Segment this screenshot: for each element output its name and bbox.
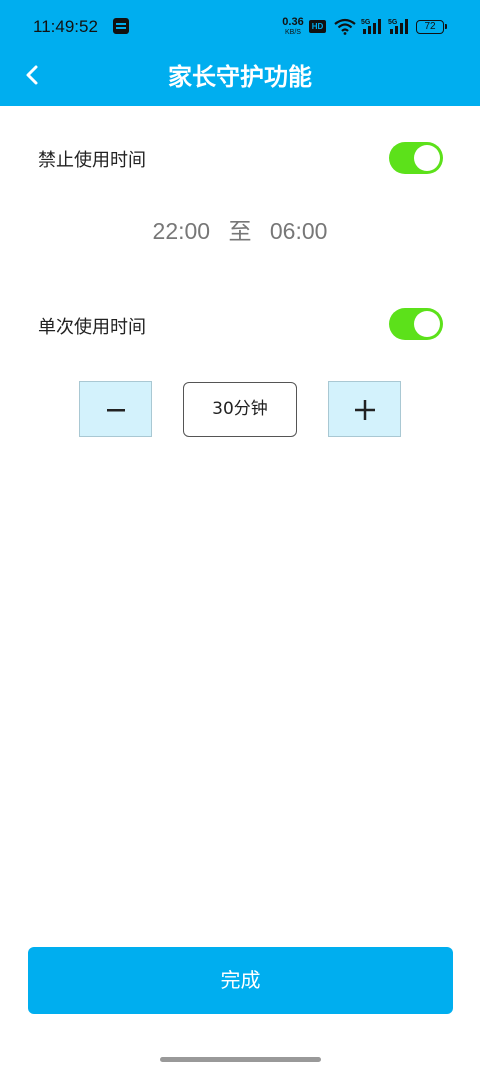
forbidden-time-range[interactable]: 22:00 至 06:00	[0, 212, 480, 246]
increment-button[interactable]	[328, 381, 401, 437]
time-separator: 至	[228, 218, 252, 244]
toggle-knob	[414, 145, 440, 171]
page-title: 家长守护功能	[168, 63, 312, 91]
minus-icon	[106, 408, 125, 411]
single-use-label: 单次使用时间	[38, 317, 146, 338]
plus-icon	[354, 399, 375, 420]
signal-label: 5G	[388, 19, 398, 26]
network-speed-unit: KB/S	[285, 29, 301, 36]
status-time: 11:49:52	[33, 17, 98, 36]
wifi-icon	[334, 18, 356, 35]
done-button[interactable]: 完成	[28, 947, 453, 1014]
cellular-signal-icon: 5G	[388, 19, 408, 34]
home-indicator[interactable]	[160, 1057, 321, 1062]
status-bar: 11:49:52 0.36 KB/S HD 5G 5G 72	[0, 0, 480, 56]
toggle-knob	[414, 311, 440, 337]
network-speed-value: 0.36	[282, 16, 304, 28]
hd-icon: HD	[309, 20, 326, 33]
single-use-toggle[interactable]	[389, 308, 443, 340]
cellular-signal-icon: 5G	[361, 19, 381, 34]
start-time[interactable]: 22:00	[153, 218, 211, 244]
capcut-app-icon	[113, 18, 129, 34]
decrement-button[interactable]	[79, 381, 152, 437]
battery-indicator: 72	[416, 20, 447, 34]
forbidden-time-label: 禁止使用时间	[38, 150, 146, 171]
duration-value: 30分钟	[183, 382, 297, 437]
network-speed: 0.36 KB/S	[281, 16, 305, 37]
signal-label: 5G	[361, 19, 371, 26]
end-time[interactable]: 06:00	[270, 218, 328, 244]
forbidden-time-toggle[interactable]	[389, 142, 443, 174]
